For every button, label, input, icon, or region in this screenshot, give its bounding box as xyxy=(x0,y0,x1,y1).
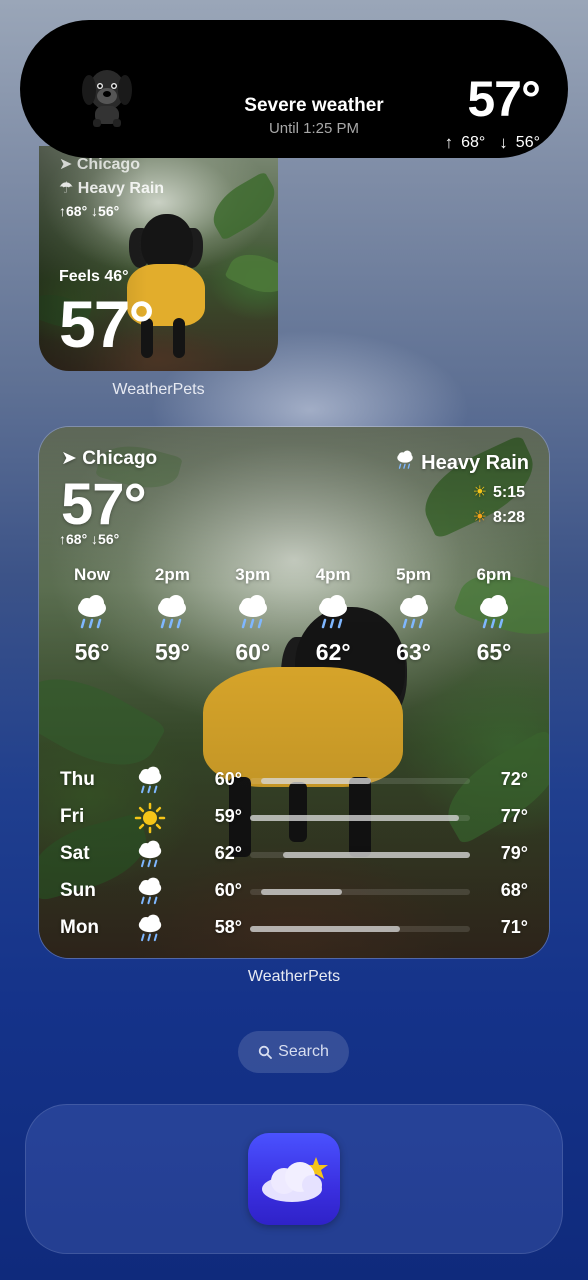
day-high: 72° xyxy=(500,769,528,789)
hourly-item: 4pm 62° xyxy=(298,565,368,666)
rain-cloud-icon xyxy=(315,593,351,633)
hour-temperature: 63° xyxy=(396,639,431,665)
sunset-icon: ☀ xyxy=(472,509,487,526)
hour-temperature: 62° xyxy=(315,639,351,665)
day-name: Mon xyxy=(60,917,100,938)
rain-cloud-icon xyxy=(134,913,166,945)
day-low: 59° xyxy=(214,806,242,826)
hour-label: 6pm xyxy=(476,565,512,584)
temp-range-bar xyxy=(250,778,470,784)
search-icon xyxy=(258,1045,273,1059)
small-feels-like: Feels 46° xyxy=(59,268,129,285)
live-activity[interactable]: Severe weather Until 1:25 PM 57° ↑ 68° ↓… xyxy=(20,20,568,158)
daily-row: Sat 62° 79° xyxy=(60,837,528,874)
search-label: Search xyxy=(278,1043,329,1060)
daily-row: Sun 60° 68° xyxy=(60,874,528,911)
arrow-down-icon: ↓ xyxy=(499,133,508,152)
search-button[interactable]: Search xyxy=(238,1031,349,1073)
temp-range-bar xyxy=(250,815,470,821)
day-name: Fri xyxy=(60,806,85,827)
hourly-item: 2pm 59° xyxy=(137,565,207,666)
day-low: 58° xyxy=(214,917,242,937)
temp-range-bar xyxy=(250,852,470,858)
day-name: Sun xyxy=(60,880,96,901)
hour-label: 3pm xyxy=(235,565,271,584)
rain-cloud-icon xyxy=(154,593,190,633)
daily-row: Thu 60° 72° xyxy=(60,763,528,800)
hourly-forecast: Now 56° 2pm 59° 3pm 60° 4pm 62° 5pm 63° 6pm 65° xyxy=(57,565,529,666)
pill-temperature: 57° xyxy=(467,71,541,127)
pill-range: ↑ 68° ↓ 56° xyxy=(445,133,540,153)
rain-cloud-icon xyxy=(397,450,413,469)
small-range-label: ↑68° ↓56° xyxy=(59,203,120,219)
rain-cloud-icon xyxy=(134,876,166,908)
hour-temperature: 65° xyxy=(476,639,512,665)
day-name: Sat xyxy=(60,843,90,864)
arrow-up-icon: ↑ xyxy=(444,133,454,152)
large-weather-widget[interactable]: ➤ Chicago 57° ↑68° ↓56° Heavy Rain ☀ 5:15… xyxy=(39,427,549,958)
large-widget-caption: WeatherPets xyxy=(247,968,341,985)
sunrise-time: ☀ 5:15 xyxy=(472,484,525,501)
hour-label: 2pm xyxy=(154,565,190,584)
day-high: 77° xyxy=(500,806,528,826)
rain-cloud-icon xyxy=(476,593,512,633)
temp-range-fill xyxy=(250,815,459,821)
temp-range-fill xyxy=(261,778,371,784)
pill-low: 56° xyxy=(515,134,540,151)
rain-cloud-icon xyxy=(396,593,432,633)
day-high: 71° xyxy=(500,917,528,937)
rain-cloud-icon xyxy=(74,593,110,633)
alert-subtitle: Until 1:25 PM xyxy=(268,120,360,137)
rain-cloud-icon xyxy=(134,839,166,871)
hour-label: Now xyxy=(74,565,110,584)
day-low: 62° xyxy=(214,843,242,863)
small-weather-widget[interactable]: ➤ Chicago ☂ Heavy Rain ↑68° ↓56° Feels 4… xyxy=(39,146,278,371)
hourly-item: 6pm 65° xyxy=(459,565,529,666)
hour-temperature: 56° xyxy=(74,639,110,665)
hour-label: 4pm xyxy=(315,565,351,584)
alert-title: Severe weather xyxy=(244,95,384,116)
daily-forecast: Thu 60° 72° Fri 59° 77° Sat 62° 79° Sun 60° 68° Mon 5… xyxy=(60,763,528,948)
rain-cloud-icon xyxy=(134,765,166,797)
rain-cloud-icon xyxy=(235,593,271,633)
sunset-time: ☀ 8:28 xyxy=(472,509,525,526)
hourly-item: 3pm 60° xyxy=(218,565,288,666)
temp-range-bar xyxy=(250,926,470,932)
large-condition-label: Heavy Rain xyxy=(393,450,529,475)
temp-range-fill xyxy=(250,926,400,932)
daily-row: Mon 58° 71° xyxy=(60,911,528,948)
hour-label: 5pm xyxy=(396,565,432,584)
hour-temperature: 60° xyxy=(235,639,271,665)
day-name: Thu xyxy=(60,769,95,790)
sun-icon xyxy=(134,802,166,834)
temp-range-fill xyxy=(261,889,343,895)
cloud-sun-icon xyxy=(262,1157,328,1202)
dog-avatar-icon xyxy=(82,70,132,127)
small-widget-caption: WeatherPets xyxy=(112,381,205,398)
hour-temperature: 59° xyxy=(155,639,190,665)
hourly-item: 5pm 63° xyxy=(379,565,449,666)
temp-range-bar xyxy=(250,889,470,895)
small-condition-label: ☂ Heavy Rain xyxy=(59,180,165,197)
large-temperature: 57° xyxy=(61,472,147,537)
day-low: 60° xyxy=(214,769,242,789)
large-range-label: ↑68° ↓56° xyxy=(59,531,120,547)
small-temperature: 57° xyxy=(59,287,155,361)
large-city-label: ➤ Chicago xyxy=(61,448,158,469)
day-high: 79° xyxy=(500,843,528,863)
day-low: 60° xyxy=(214,880,242,900)
hourly-item: Now 56° xyxy=(57,565,127,666)
daily-row: Fri 59° 77° xyxy=(60,800,528,837)
pill-high: 68° xyxy=(461,134,486,151)
sunrise-icon: ☀ xyxy=(472,484,487,501)
weatherpets-app-icon[interactable] xyxy=(248,1133,340,1225)
temp-range-fill xyxy=(283,852,470,858)
day-high: 68° xyxy=(500,880,528,900)
